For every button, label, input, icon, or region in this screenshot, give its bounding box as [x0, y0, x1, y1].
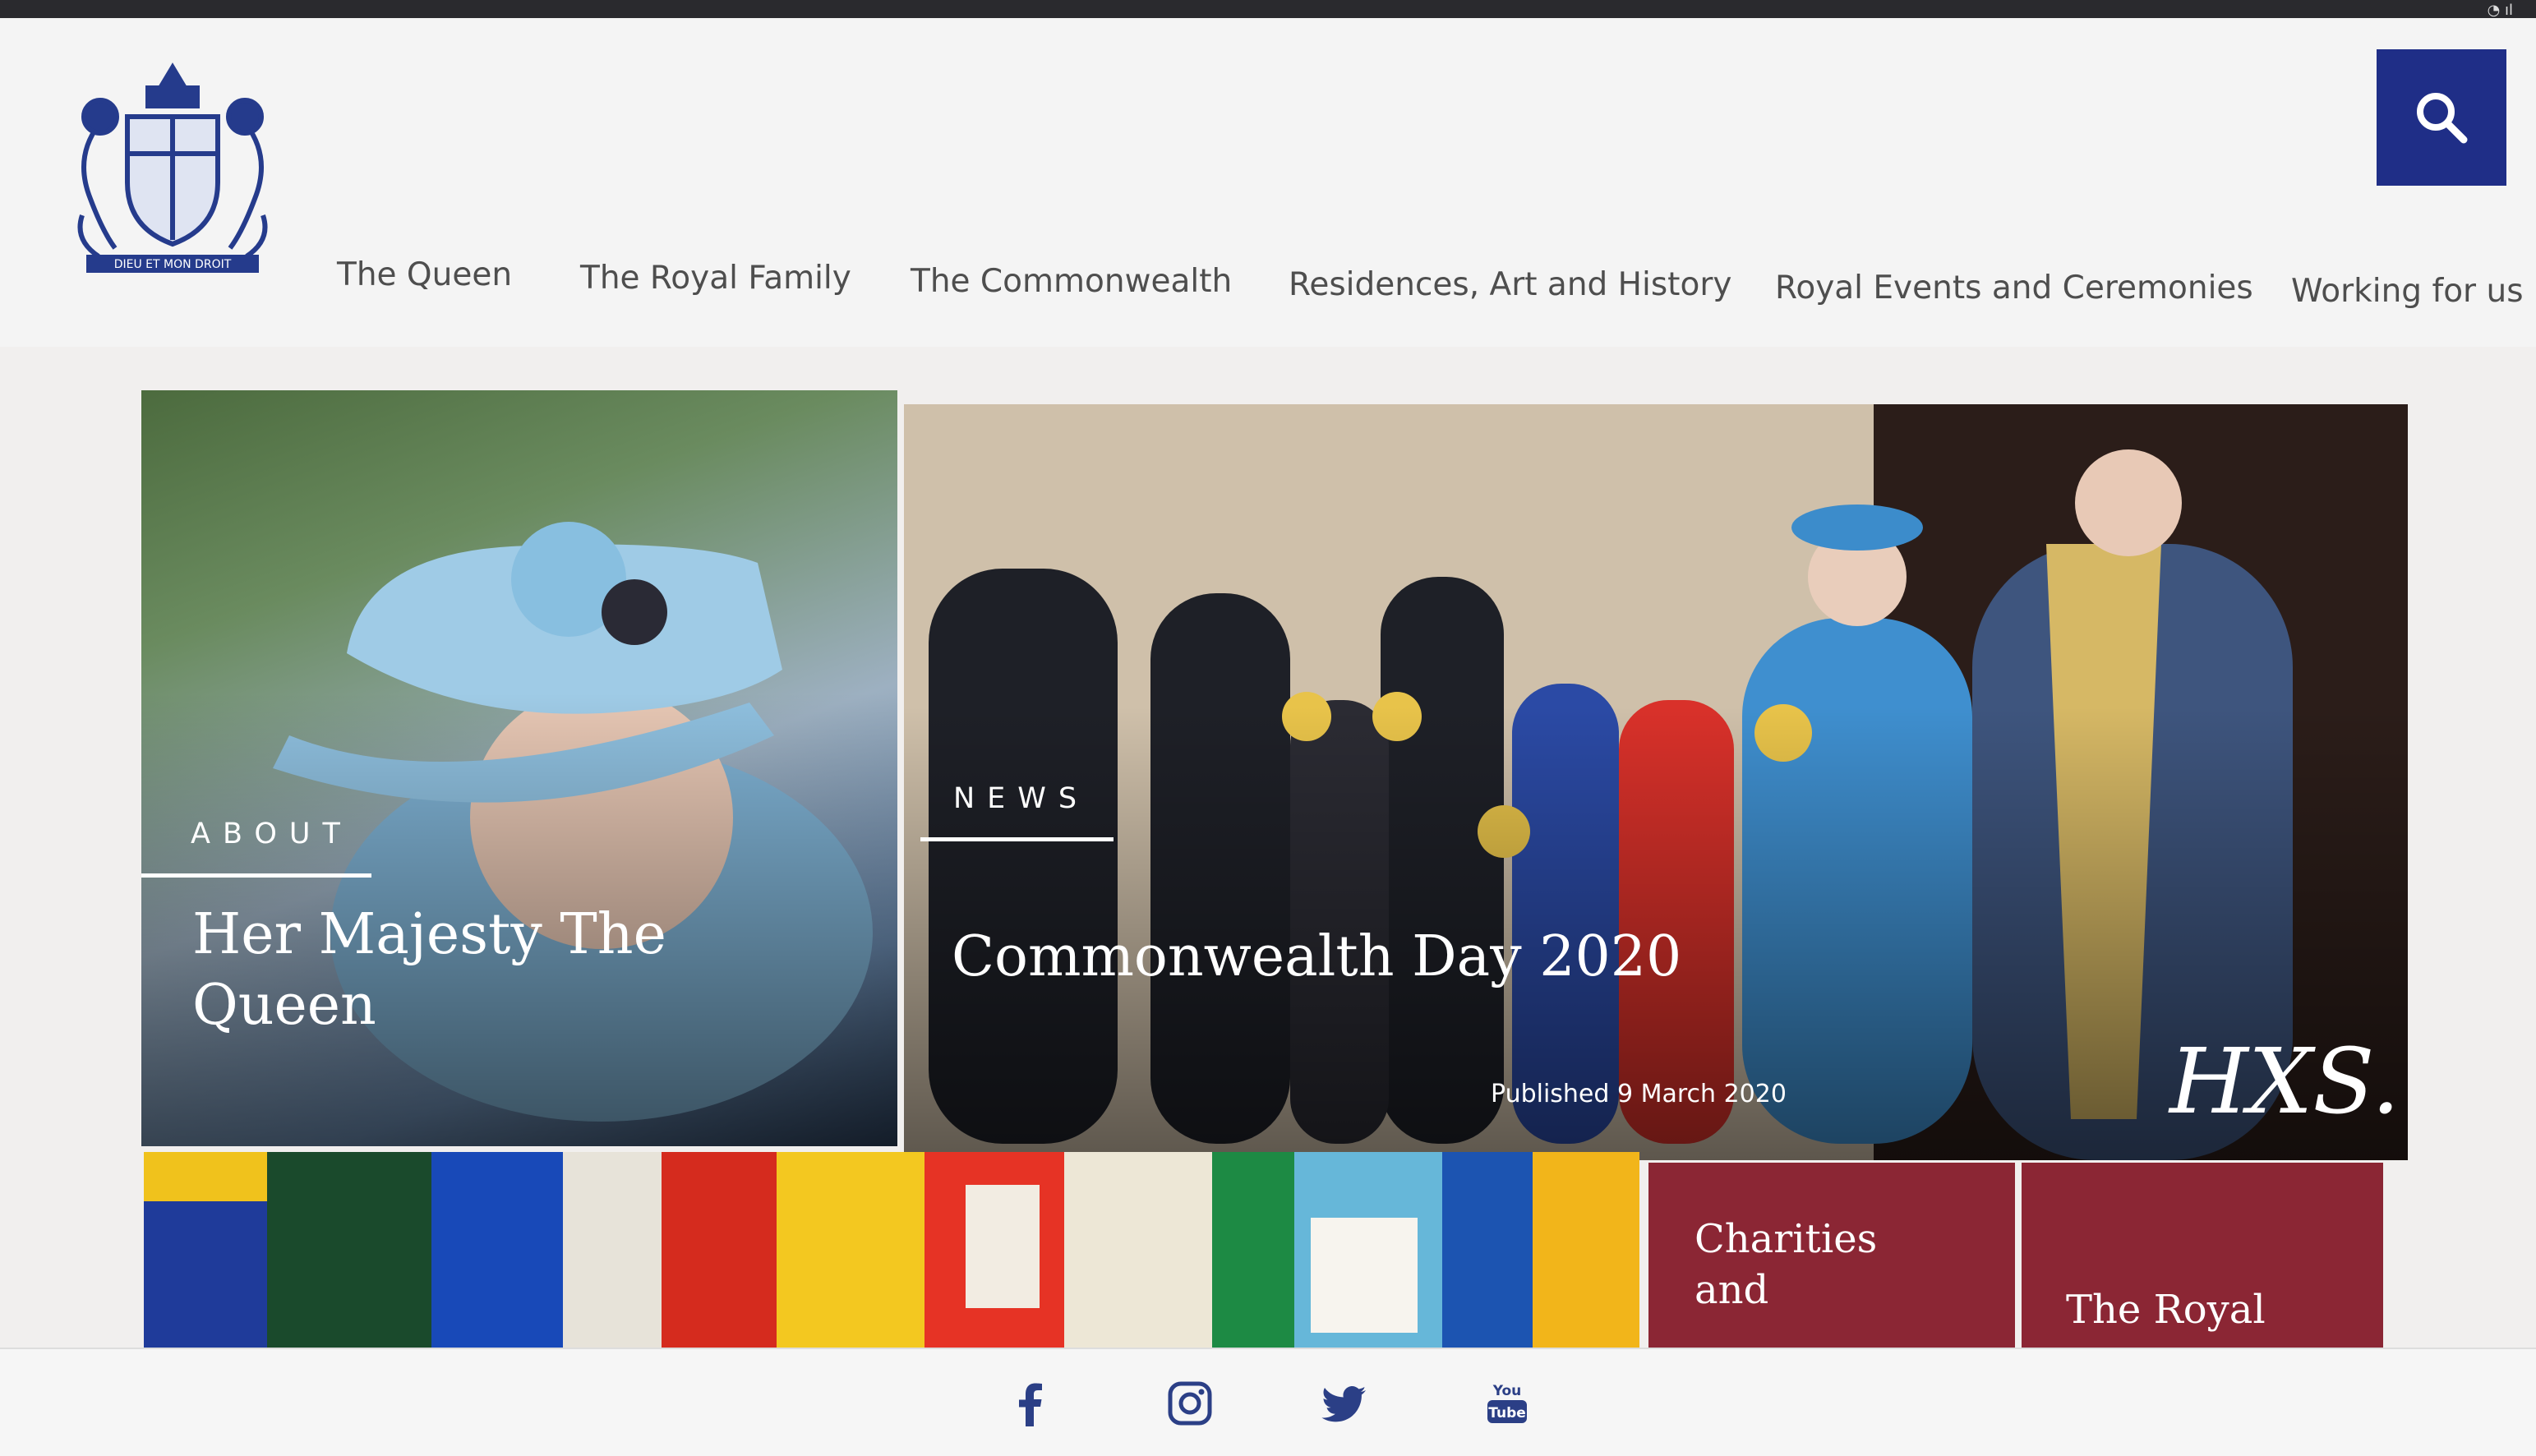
news-published-date: Published 9 March 2020 — [1491, 1080, 1787, 1108]
nav-the-royal-family[interactable]: The Royal Family — [580, 260, 851, 297]
news-tile-title[interactable]: Commonwealth Day 2020 — [952, 922, 1681, 993]
royal-crest-logo[interactable]: DIEU ET MON DROIT — [49, 51, 296, 289]
wifi-icon: ◔ ıl — [2487, 2, 2513, 19]
nav-working-for-us[interactable]: Working for us — [2291, 273, 2524, 310]
svg-text:You: You — [1492, 1383, 1522, 1399]
charities-title-line-2: and — [1695, 1267, 1769, 1313]
instagram-icon[interactable] — [1167, 1380, 1213, 1426]
twitter-icon[interactable] — [1321, 1380, 1367, 1426]
about-title-line-1: Her Majesty The — [192, 902, 666, 967]
content-area: ABOUT Her Majesty The Queen NEWS Commonw… — [0, 353, 2536, 1360]
social-footer: You Tube — [0, 1348, 2536, 1456]
svg-text:Tube: Tube — [1488, 1405, 1526, 1421]
device-status-bar: ◔ ıl — [0, 0, 2536, 19]
news-kicker: NEWS — [953, 782, 1090, 815]
site-header: DIEU ET MON DROIT The Queen The Royal Fa… — [0, 18, 2536, 347]
nav-royal-events-ceremonies[interactable]: Royal Events and Ceremonies — [1775, 270, 2253, 306]
charities-title-line-1: Charities — [1695, 1216, 1878, 1262]
charities-tile-title: Charities and — [1695, 1214, 1877, 1315]
nav-residences-art-history[interactable]: Residences, Art and History — [1289, 266, 1731, 303]
nav-the-queen[interactable]: The Queen — [337, 256, 512, 293]
about-tile-title[interactable]: Her Majesty The Queen — [192, 900, 666, 1041]
news-kicker-rule — [920, 837, 1114, 841]
youtube-icon[interactable]: You Tube — [1484, 1380, 1530, 1426]
royal-tile[interactable]: The Royal — [2022, 1163, 2383, 1360]
news-tile[interactable]: NEWS Commonwealth Day 2020 Published 9 M… — [904, 404, 2408, 1160]
about-tile[interactable]: ABOUT Her Majesty The Queen — [141, 390, 897, 1146]
charities-tile[interactable]: Charities and — [1648, 1163, 2015, 1360]
search-icon — [2417, 93, 2468, 144]
search-button[interactable] — [2377, 49, 2506, 186]
main-navigation: The Queen The Royal Family The Commonwea… — [0, 256, 2536, 330]
nav-the-commonwealth[interactable]: The Commonwealth — [911, 263, 1232, 300]
about-kicker-rule — [141, 873, 371, 878]
about-title-line-2: Queen — [192, 973, 376, 1038]
about-kicker: ABOUT — [191, 818, 353, 850]
commonwealth-flags-image — [144, 1152, 1639, 1353]
commonwealth-flags-tile[interactable] — [144, 1152, 1639, 1353]
handwritten-annotation: HXS... — [2169, 1029, 2408, 1134]
royal-tile-title: The Royal — [2066, 1287, 2266, 1333]
facebook-icon[interactable] — [1007, 1380, 1054, 1426]
